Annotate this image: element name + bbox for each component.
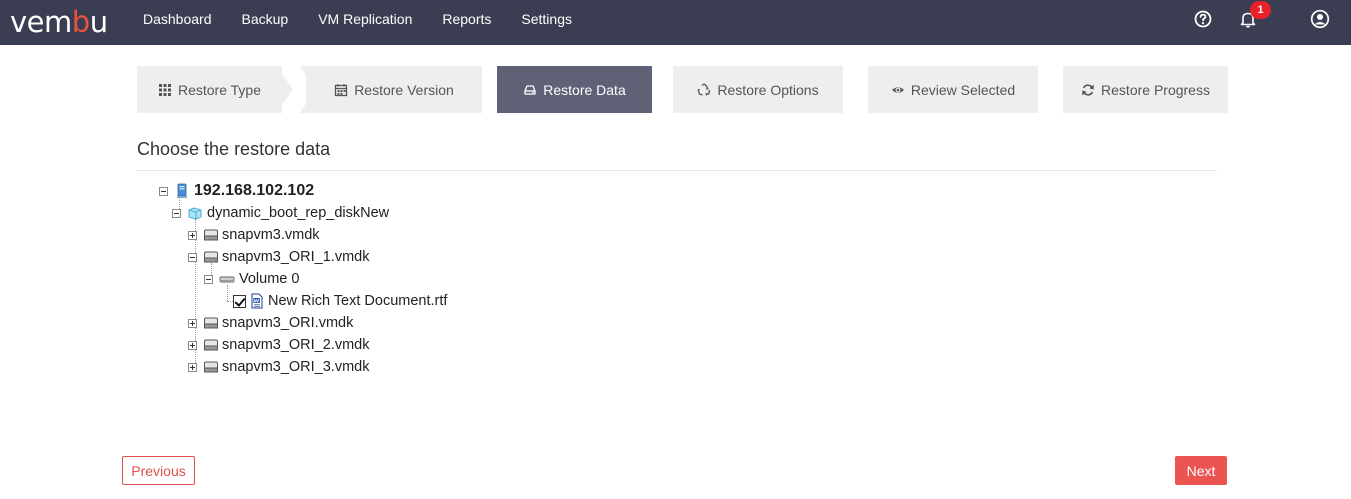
volume-icon [219, 276, 235, 283]
nav-settings[interactable]: Settings [506, 0, 587, 45]
hard-disk-icon [204, 229, 218, 241]
page-heading: Choose the restore data [137, 139, 331, 159]
user-icon[interactable] [1310, 9, 1330, 29]
tree-node-label[interactable]: snapvm3_ORI_1.vmdk [222, 249, 369, 265]
collapse-toggle[interactable] [188, 252, 197, 262]
tree-node-label[interactable]: New Rich Text Document.rtf [268, 293, 447, 309]
step-restore-version[interactable]: Restore Version [306, 66, 482, 113]
expand-toggle[interactable] [188, 318, 197, 328]
tree-node-server[interactable]: 192.168.102.102 [159, 181, 314, 201]
help-icon[interactable] [1193, 9, 1213, 29]
nav-backup[interactable]: Backup [227, 0, 304, 45]
step-label: Restore Progress [1101, 81, 1210, 98]
tree-node-label[interactable]: snapvm3_ORI_2.vmdk [222, 337, 369, 353]
top-navbar: vem b u Dashboard Backup VM Replication Re… [0, 0, 1351, 45]
step-restore-options[interactable]: Restore Options [673, 66, 843, 113]
recycle-icon [698, 82, 711, 96]
collapse-toggle[interactable] [159, 186, 168, 196]
tree-node-disk[interactable]: snapvm3_ORI_3.vmdk [188, 357, 369, 377]
step-label: Restore Type [177, 81, 261, 98]
heading-divider [137, 170, 1217, 171]
tree-node-file[interactable]: New Rich Text Document.rtf [233, 291, 447, 311]
tree-node-disk[interactable]: snapvm3.vmdk [188, 225, 320, 245]
refresh-icon [1082, 83, 1094, 96]
hard-disk-icon [204, 251, 218, 263]
tree-node-disk[interactable]: snapvm3_ORI.vmdk [188, 313, 353, 333]
drive-icon [524, 84, 536, 95]
step-restore-data[interactable]: Restore Data [497, 66, 652, 113]
step-label: Restore Options [717, 81, 819, 98]
step-restore-progress[interactable]: Restore Progress [1063, 66, 1228, 113]
collapse-toggle[interactable] [204, 274, 213, 284]
hard-disk-icon [204, 317, 218, 329]
nav-dashboard[interactable]: Dashboard [128, 0, 227, 45]
next-button[interactable]: Next [1175, 456, 1227, 485]
file-checkbox[interactable] [233, 294, 246, 308]
step-label: Restore Data [543, 81, 626, 98]
step-review-selected[interactable]: Review Selected [868, 66, 1038, 113]
expand-toggle[interactable] [188, 340, 197, 350]
tree-node-label[interactable]: snapvm3.vmdk [222, 227, 320, 243]
calendar-icon [335, 83, 348, 96]
tree-node-vm[interactable]: dynamic_boot_rep_diskNew [172, 203, 389, 223]
collapse-toggle[interactable] [172, 208, 181, 218]
nav-vm-replication[interactable]: VM Replication [303, 0, 427, 45]
grid-icon [158, 83, 171, 96]
tree-node-label[interactable]: dynamic_boot_rep_diskNew [207, 205, 389, 221]
nav-reports[interactable]: Reports [427, 0, 506, 45]
logo-accent: b [71, 5, 90, 39]
tree-node-label[interactable]: snapvm3_ORI_3.vmdk [222, 359, 369, 375]
vm-icon [188, 207, 202, 220]
logo-text: vem [10, 5, 72, 39]
eye-icon [891, 86, 904, 93]
server-icon [177, 183, 187, 198]
hard-disk-icon [204, 339, 218, 351]
rich-text-document-icon [251, 293, 263, 309]
tree-node-disk[interactable]: snapvm3_ORI_2.vmdk [188, 335, 369, 355]
vembu-logo[interactable]: vem b u [10, 4, 108, 40]
expand-toggle[interactable] [188, 362, 197, 372]
step-label: Restore Version [354, 81, 454, 98]
tree-node-volume[interactable]: Volume 0 [204, 269, 299, 289]
tree-node-label[interactable]: Volume 0 [239, 271, 299, 287]
expand-toggle[interactable] [188, 230, 197, 240]
previous-button[interactable]: Previous [122, 456, 195, 485]
tree-node-label[interactable]: 192.168.102.102 [194, 182, 314, 200]
hard-disk-icon [204, 361, 218, 373]
notification-badge[interactable]: 1 [1250, 1, 1271, 19]
step-label: Review Selected [910, 81, 1016, 98]
tree-node-disk[interactable]: snapvm3_ORI_1.vmdk [188, 247, 369, 267]
tree-node-label[interactable]: snapvm3_ORI.vmdk [222, 315, 353, 331]
step-restore-type[interactable]: Restore Type [137, 66, 282, 113]
logo-text-end: u [89, 5, 108, 39]
main-nav: Dashboard Backup VM Replication Reports … [128, 0, 587, 45]
restore-wizard-steps: Restore Type Restore Version Restore Dat… [137, 66, 1228, 113]
